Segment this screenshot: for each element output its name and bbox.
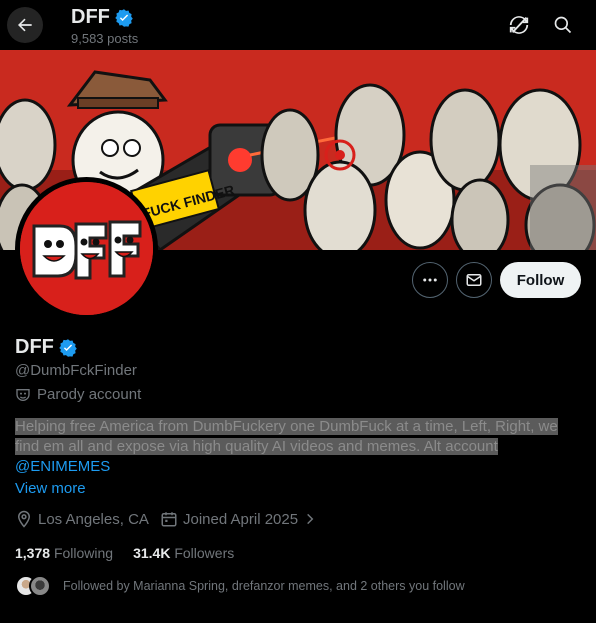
bio-line-2: find em all and expose via high quality … bbox=[15, 438, 498, 455]
following-label: Following bbox=[53, 545, 114, 561]
profile-name: DFF bbox=[15, 336, 78, 359]
calendar-icon bbox=[161, 512, 177, 527]
back-arrow-icon bbox=[18, 18, 32, 32]
profile-bio: Helping free America from DumbFuckery on… bbox=[15, 417, 580, 457]
follower-avatar bbox=[29, 575, 51, 597]
location-text: Los Angeles, CA bbox=[38, 510, 149, 528]
view-more-link[interactable]: View more bbox=[15, 480, 86, 497]
header-title: DFF bbox=[71, 6, 134, 29]
message-button[interactable] bbox=[456, 262, 492, 298]
verified-badge-icon bbox=[115, 8, 133, 27]
refresh-slash-icon bbox=[509, 16, 529, 34]
follow-stats: 1,378 Following 31.4K Followers bbox=[15, 545, 234, 561]
parody-label: Parody account bbox=[15, 386, 141, 403]
search-icon bbox=[554, 16, 572, 34]
parody-mask-icon bbox=[16, 388, 30, 401]
avatar-image bbox=[20, 182, 153, 315]
join-date-text: Joined April 2025 bbox=[183, 510, 299, 528]
profile-header-bar: DFF 9,583 posts bbox=[0, 0, 596, 50]
location: Los Angeles, CA bbox=[15, 510, 149, 528]
followers-stat[interactable]: 31.4K Followers bbox=[133, 545, 234, 561]
search-button[interactable] bbox=[549, 11, 577, 39]
bio-mention-link[interactable]: @ENIMEMES bbox=[15, 458, 110, 475]
verified-badge-icon[interactable] bbox=[58, 338, 78, 358]
avatar-logo bbox=[20, 182, 153, 315]
mail-icon bbox=[466, 274, 482, 286]
followed-by[interactable]: Followed by Marianna Spring, drefanzor m… bbox=[15, 575, 465, 597]
profile-handle: @DumbFckFinder bbox=[15, 362, 137, 379]
join-date[interactable]: Joined April 2025 bbox=[160, 510, 317, 528]
profile-name-text: DFF bbox=[15, 336, 54, 358]
more-dots-icon bbox=[423, 278, 437, 282]
followers-label: Followers bbox=[174, 545, 235, 561]
bio-line-1: Helping free America from DumbFuckery on… bbox=[15, 418, 558, 435]
followed-by-text: Followed by Marianna Spring, drefanzor m… bbox=[63, 579, 465, 593]
followers-count: 31.4K bbox=[133, 545, 171, 561]
follow-button[interactable]: Follow bbox=[500, 262, 581, 298]
more-options-button[interactable] bbox=[412, 262, 448, 298]
profile-avatar[interactable] bbox=[15, 177, 158, 320]
following-count: 1,378 bbox=[15, 545, 51, 561]
header-title-text: DFF bbox=[71, 6, 110, 28]
parody-label-text: Parody account bbox=[37, 386, 142, 403]
refresh-button[interactable] bbox=[505, 11, 533, 39]
back-button[interactable] bbox=[7, 7, 43, 43]
chevron-right-icon bbox=[307, 513, 314, 525]
posts-count: 9,583 posts bbox=[71, 31, 139, 46]
location-pin-icon bbox=[17, 510, 31, 528]
following-stat[interactable]: 1,378 Following bbox=[15, 545, 113, 561]
